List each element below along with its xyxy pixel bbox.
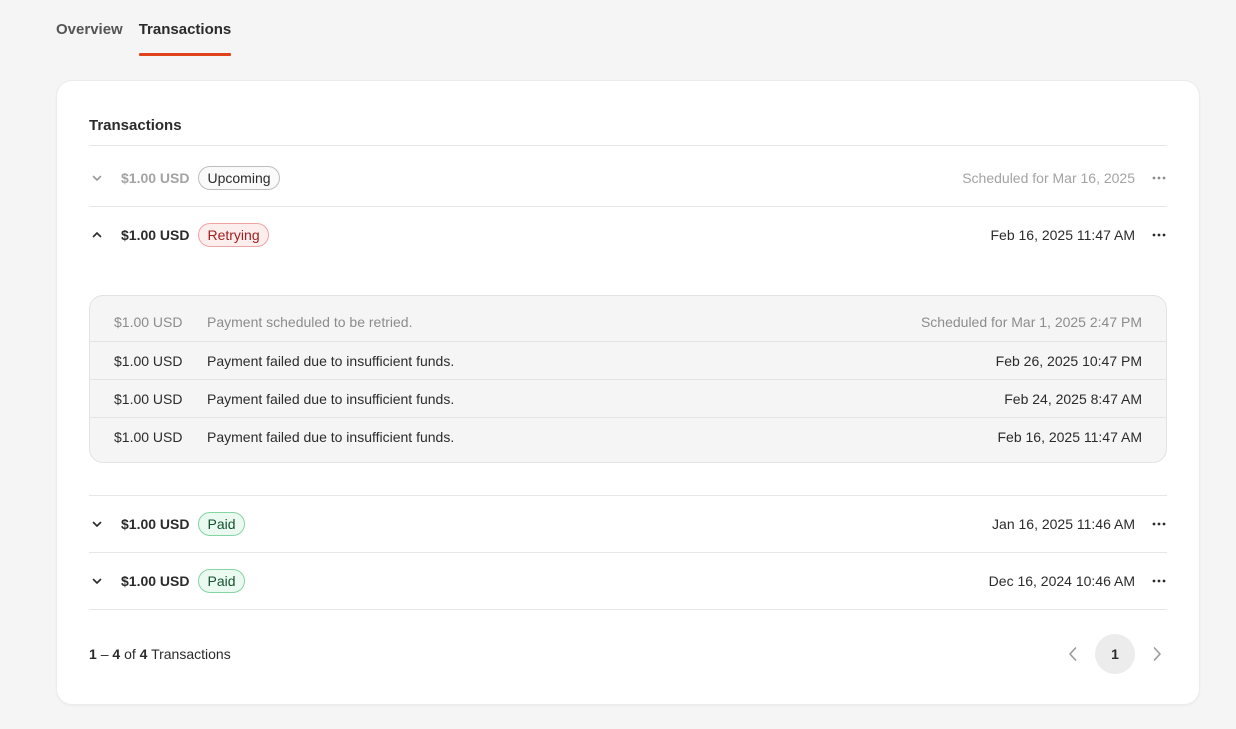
attempt-date: Feb 26, 2025 10:47 PM	[995, 352, 1142, 369]
attempt-date: Feb 24, 2025 8:47 AM	[1004, 390, 1142, 407]
tab-label: Transactions	[138, 21, 232, 38]
transaction-row[interactable]: $1.00 USD Retrying Feb 16, 2025 11:47 AM	[89, 207, 1167, 263]
chevron-right-icon[interactable]	[1147, 644, 1167, 664]
ellipsis-icon[interactable]	[1151, 176, 1167, 180]
tab-overview[interactable]: Overview	[56, 0, 123, 56]
transaction-date: Jan 16, 2025 11:46 AM	[992, 516, 1135, 532]
chevron-up-icon[interactable]	[89, 227, 105, 243]
attempt-date: Feb 16, 2025 11:47 AM	[997, 428, 1142, 445]
status-badge: Paid	[198, 569, 245, 593]
transaction-row[interactable]: $1.00 USD Paid Dec 16, 2024 10:46 AM	[89, 553, 1167, 609]
range-end: 4	[112, 646, 121, 662]
status-badge: Paid	[198, 512, 245, 536]
attempt-row: $1.00 USD Payment scheduled to be retrie…	[90, 296, 1166, 341]
range-dash: –	[100, 646, 109, 662]
transaction-row[interactable]: $1.00 USD Paid Jan 16, 2025 11:46 AM	[89, 496, 1167, 552]
results-count: 1 – 4 of 4 Transactions	[89, 646, 231, 662]
attempt-amount: $1.00 USD	[114, 390, 183, 407]
transaction-amount: $1.00 USD	[121, 516, 190, 532]
attempt-amount: $1.00 USD	[114, 314, 183, 330]
ellipsis-icon[interactable]	[1151, 233, 1167, 237]
transaction-date: Dec 16, 2024 10:46 AM	[988, 573, 1135, 589]
ellipsis-icon[interactable]	[1151, 579, 1167, 583]
attempt-amount: $1.00 USD	[114, 428, 183, 445]
range-start: 1	[89, 646, 97, 662]
tab-transactions[interactable]: Transactions	[138, 0, 232, 56]
chevron-down-icon[interactable]	[89, 516, 105, 532]
transaction-amount: $1.00 USD	[121, 169, 190, 186]
divider	[89, 145, 1167, 146]
status-badge: Upcoming	[198, 165, 280, 190]
transaction-amount: $1.00 USD	[121, 573, 190, 589]
transactions-card: Transactions $1.00 USD Upcoming Schedule…	[56, 80, 1200, 705]
pager: 1	[1063, 634, 1167, 674]
range-noun: Transactions	[151, 646, 231, 662]
status-badge: Retrying	[198, 223, 269, 247]
tab-bar: Overview Transactions	[56, 0, 231, 56]
attempt-date: Scheduled for Mar 1, 2025 2:47 PM	[920, 314, 1142, 330]
page-button[interactable]: 1	[1095, 634, 1135, 674]
range-total: 4	[139, 646, 148, 662]
transaction-amount: $1.00 USD	[121, 227, 190, 243]
chevron-down-icon[interactable]	[89, 573, 105, 589]
card-title: Transactions	[89, 117, 182, 134]
attempt-row: $1.00 USD Payment failed due to insuffic…	[90, 379, 1166, 417]
transaction-date: Scheduled for Mar 16, 2025	[962, 169, 1135, 186]
attempt-amount: $1.00 USD	[114, 352, 183, 369]
attempt-message: Payment failed due to insufficient funds…	[207, 428, 455, 445]
divider	[89, 609, 1167, 610]
tab-label: Overview	[56, 21, 123, 38]
attempts-panel: $1.00 USD Payment scheduled to be retrie…	[89, 295, 1167, 463]
transaction-date: Feb 16, 2025 11:47 AM	[990, 227, 1135, 243]
attempt-message: Payment scheduled to be retried.	[207, 314, 413, 330]
transaction-row[interactable]: $1.00 USD Upcoming Scheduled for Mar 16,…	[89, 149, 1167, 206]
chevron-down-icon[interactable]	[89, 170, 105, 186]
attempt-message: Payment failed due to insufficient funds…	[207, 390, 455, 407]
attempt-row: $1.00 USD Payment failed due to insuffic…	[90, 417, 1166, 455]
pagination-footer: 1 – 4 of 4 Transactions 1	[89, 634, 1167, 674]
chevron-left-icon[interactable]	[1063, 644, 1083, 664]
ellipsis-icon[interactable]	[1151, 522, 1167, 526]
range-of: of	[124, 646, 136, 662]
attempt-message: Payment failed due to insufficient funds…	[207, 352, 455, 369]
attempt-row: $1.00 USD Payment failed due to insuffic…	[90, 341, 1166, 379]
